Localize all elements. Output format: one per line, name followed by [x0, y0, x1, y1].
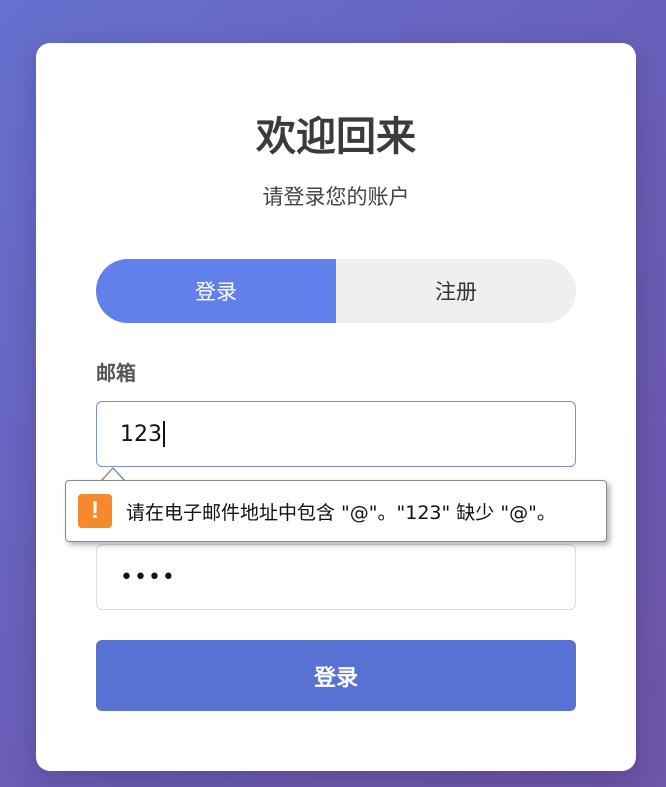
email-value: 123 — [120, 421, 162, 447]
email-field[interactable]: 123 — [96, 401, 576, 467]
validation-tooltip: ! 请在电子邮件地址中包含 "@"。"123" 缺少 "@"。 — [65, 480, 607, 542]
password-field[interactable]: •••• — [96, 544, 576, 610]
email-label: 邮箱 — [96, 361, 136, 385]
login-submit-button[interactable]: 登录 — [96, 640, 576, 711]
tab-register[interactable]: 注册 — [336, 259, 576, 323]
warning-icon: ! — [78, 494, 112, 528]
validation-message: 请在电子邮件地址中包含 "@"。"123" 缺少 "@"。 — [126, 501, 556, 524]
auth-tabs: 登录 注册 — [96, 259, 576, 323]
page-title: 欢迎回来 — [256, 114, 416, 160]
text-caret — [163, 421, 165, 447]
login-card: 欢迎回来 请登录您的账户 登录 注册 邮箱 123 •••• 登录 — [36, 43, 636, 771]
tab-login[interactable]: 登录 — [96, 259, 336, 323]
password-value: •••• — [120, 564, 176, 590]
page-subtitle: 请登录您的账户 — [262, 185, 410, 209]
